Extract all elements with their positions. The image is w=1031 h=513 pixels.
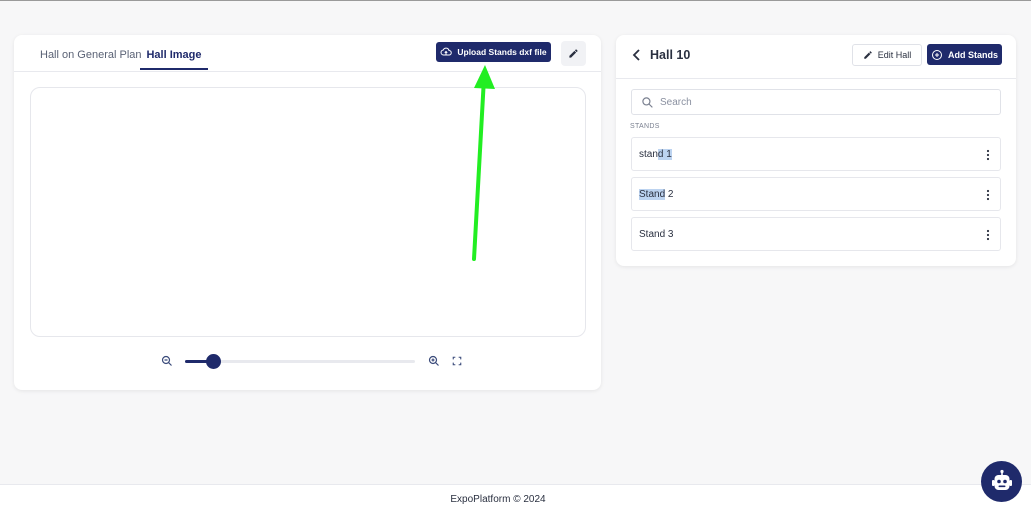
stand-name-part: stan — [639, 148, 658, 160]
fullscreen-icon[interactable] — [452, 356, 462, 366]
more-vertical-icon[interactable] — [986, 189, 990, 201]
stands-panel: Hall 10 Edit Hall Add Stands STANDS stan… — [616, 35, 1016, 266]
stands-list: stand 1 Stand 2 Stand 3 — [631, 137, 1001, 257]
annotation-arrow — [472, 65, 495, 261]
list-item[interactable]: Stand 3 — [631, 217, 1001, 251]
stand-name-selected: d 1 — [657, 148, 672, 160]
pencil-icon — [863, 51, 872, 59]
stand-name: Stand 3 — [639, 229, 673, 240]
chevron-left-icon[interactable] — [632, 49, 642, 61]
footer: ExpoPlatform © 2024 — [0, 484, 1031, 513]
edit-hall-label: Edit Hall — [877, 50, 912, 60]
stand-name: stand 1 — [639, 148, 672, 160]
zoom-out-icon[interactable] — [161, 355, 173, 367]
stand-name-part: Stand 3 — [639, 228, 674, 240]
edit-image-button[interactable] — [561, 41, 586, 66]
chatbot-button[interactable] — [981, 461, 1022, 502]
search-icon — [642, 97, 653, 108]
stand-name-part: 2 — [665, 188, 674, 200]
stand-name: Stand 2 — [639, 188, 674, 200]
hall-image-canvas[interactable] — [30, 87, 586, 337]
zoom-controls — [159, 353, 469, 369]
list-item[interactable]: Stand 2 — [631, 177, 1001, 211]
search-box — [631, 89, 1001, 115]
zoom-slider-thumb[interactable] — [205, 354, 221, 369]
zoom-slider[interactable] — [185, 354, 415, 369]
search-input[interactable] — [660, 90, 990, 114]
edit-hall-button[interactable]: Edit Hall — [852, 44, 922, 66]
plus-circle-icon — [931, 49, 942, 60]
stand-name-selected: Stand — [639, 188, 666, 200]
add-stands-label: Add Stands — [947, 49, 998, 60]
zoom-in-icon[interactable] — [428, 355, 440, 367]
stands-section-label: STANDS — [630, 123, 660, 130]
tab-hall-image[interactable]: Hall Image — [140, 49, 208, 70]
footer-copyright: ExpoPlatform © 2024 — [450, 494, 546, 505]
upload-stands-dxf-button[interactable]: Upload Stands dxf file — [436, 42, 551, 62]
add-stands-button[interactable]: Add Stands — [927, 44, 1002, 65]
more-vertical-icon[interactable] — [986, 149, 990, 161]
hall-title: Hall 10 — [650, 48, 691, 62]
more-vertical-icon[interactable] — [986, 229, 990, 241]
cloud-upload-icon — [440, 47, 453, 56]
pencil-icon — [569, 49, 578, 58]
tab-hall-on-general-plan[interactable]: Hall on General Plan — [40, 49, 142, 68]
hall-image-panel: Hall on General Plan Hall Image Upload S… — [14, 35, 601, 390]
list-item[interactable]: stand 1 — [631, 137, 1001, 171]
stands-panel-header: Hall 10 Edit Hall Add Stands — [616, 35, 1016, 79]
robot-icon — [991, 469, 1012, 490]
upload-button-label: Upload Stands dxf file — [457, 47, 547, 57]
